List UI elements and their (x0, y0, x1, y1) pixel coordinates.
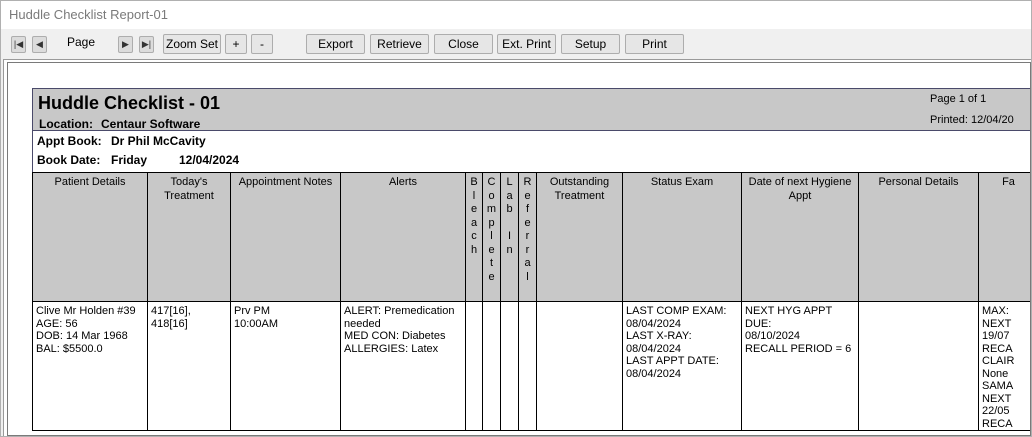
cell-fa: MAX: NEXT 19/07 RECA CLAIR None SAMA NEX… (979, 302, 1030, 430)
book-date-value: 12/04/2024 (179, 153, 240, 167)
location-value: Centaur Software (101, 117, 201, 131)
printed-date: Printed: 12/04/20 (930, 114, 1014, 126)
setup-button[interactable]: Setup (561, 34, 620, 54)
next-page-icon: ▶ (122, 39, 129, 49)
zoom-out-button[interactable]: - (251, 34, 273, 54)
col-alerts: Alerts (341, 172, 466, 302)
appt-book-value: Dr Phil McCavity (111, 134, 206, 148)
cell-outstanding-treatment (537, 302, 623, 430)
col-patient-details: Patient Details (32, 172, 148, 302)
report-window: Huddle Checklist Report-01 |◀ ◀ Page ▶ ▶… (0, 0, 1032, 437)
cell-status-exam: LAST COMP EXAM: 08/04/2024 LAST X-RAY: 0… (623, 302, 742, 430)
retrieve-button[interactable]: Retrieve (370, 34, 429, 54)
col-lab-in: L a b I n (501, 172, 519, 302)
col-complete: C o m p l e t e (483, 172, 501, 302)
print-button[interactable]: Print (625, 34, 684, 54)
location-label: Location: (39, 117, 93, 131)
col-personal-details: Personal Details (859, 172, 979, 302)
col-todays-treatment: Today's Treatment (148, 172, 231, 302)
row-divider (32, 430, 1030, 431)
close-button[interactable]: Close (434, 34, 493, 54)
report-body: Huddle Checklist - 01 Location: Centaur … (32, 88, 1030, 435)
next-page-button[interactable]: ▶ (118, 36, 133, 53)
col-outstanding-treatment: Outstanding Treatment (537, 172, 623, 302)
report-location: Location: Centaur Software (39, 117, 200, 131)
page-label: Page (67, 35, 96, 49)
col-referral: R e f e r r a l (519, 172, 537, 302)
report-title: Huddle Checklist - 01 (38, 93, 221, 113)
report-viewer[interactable]: Huddle Checklist - 01 Location: Centaur … (3, 59, 1031, 436)
zoom-in-button[interactable]: + (225, 34, 247, 54)
book-date-day: Friday (111, 153, 148, 167)
cell-todays-treatment: 417[16], 418[16] (148, 302, 231, 430)
cell-complete (483, 302, 501, 430)
cell-bleach (466, 302, 483, 430)
zoom-set-button[interactable]: Zoom Set (163, 34, 221, 54)
appt-book-label: Appt Book: (37, 134, 102, 148)
book-date-label: Book Date: (37, 153, 101, 167)
cell-referral (519, 302, 537, 430)
cell-next-hygiene-appt: NEXT HYG APPT DUE: 08/10/2024 RECALL PER… (742, 302, 859, 430)
previous-page-button[interactable]: ◀ (32, 36, 47, 53)
last-page-button[interactable]: ▶| (139, 36, 154, 53)
ext-print-button[interactable]: Ext. Print (497, 34, 556, 54)
col-status-exam: Status Exam (623, 172, 742, 302)
toolbar: |◀ ◀ Page ▶ ▶| Zoom Set + - Export Retri… (1, 29, 1031, 59)
first-page-icon: |◀ (13, 39, 24, 49)
book-date-row: Book Date: Friday 12/04/2024 (32, 150, 1030, 172)
report-page: Huddle Checklist - 01 Location: Centaur … (7, 62, 1031, 436)
last-page-icon: ▶| (141, 39, 152, 49)
cell-alerts: ALERT: Premedication needed MED CON: Dia… (341, 302, 466, 430)
cell-lab-in (501, 302, 519, 430)
col-bleach: B l e a c h (466, 172, 483, 302)
export-button[interactable]: Export (306, 34, 365, 54)
first-page-button[interactable]: |◀ (11, 36, 26, 53)
previous-page-icon: ◀ (36, 39, 43, 49)
page-count: Page 1 of 1 (930, 93, 987, 105)
appt-book-row: Appt Book: Dr Phil McCavity (32, 131, 1030, 150)
report-header: Huddle Checklist - 01 Location: Centaur … (32, 88, 1030, 131)
col-fa: Fa (979, 172, 1030, 302)
cell-appointment-notes: Prv PM 10:00AM (231, 302, 341, 430)
cell-patient-details: Clive Mr Holden #39 AGE: 56 DOB: 14 Mar … (32, 302, 148, 430)
title-bar: Huddle Checklist Report-01 (1, 1, 1031, 29)
window-title: Huddle Checklist Report-01 (9, 7, 168, 22)
cell-personal-details (859, 302, 979, 430)
col-appointment-notes: Appointment Notes (231, 172, 341, 302)
col-next-hygiene-appt: Date of next Hygiene Appt (742, 172, 859, 302)
